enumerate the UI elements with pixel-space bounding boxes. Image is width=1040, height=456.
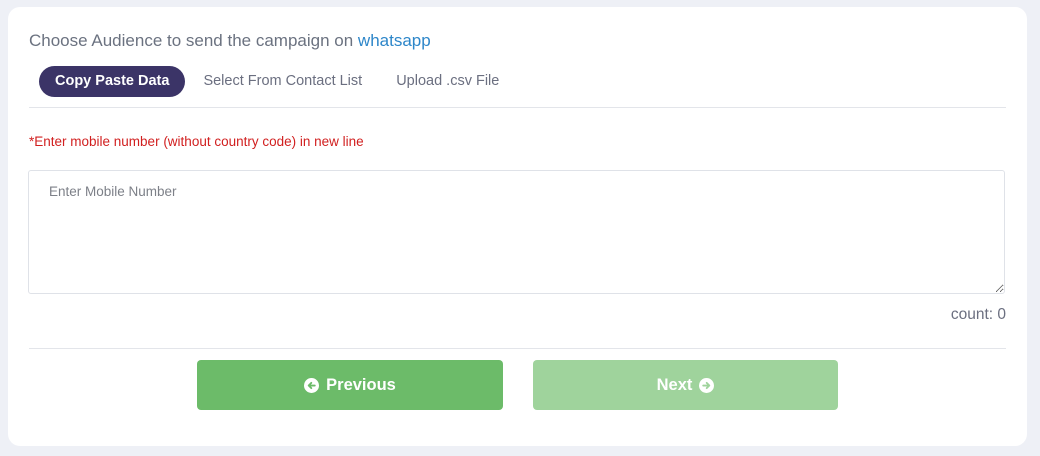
count-value: 0 [997,306,1006,323]
arrow-circle-left-icon [304,377,320,393]
page-title: Choose Audience to send the campaign on … [29,31,431,51]
tab-copy-paste-data[interactable]: Copy Paste Data [39,66,186,97]
tabs-divider [29,107,1006,108]
next-button[interactable]: Next [533,360,838,410]
footer-divider [29,348,1006,349]
previous-button[interactable]: Previous [197,360,503,410]
heading-text: Choose Audience to send the campaign on [29,31,354,50]
number-count: count: 0 [951,306,1006,324]
channel-name: whatsapp [357,31,431,50]
mobile-number-hint: *Enter mobile number (without country co… [29,134,364,149]
audience-tabs: Copy Paste Data Select From Contact List… [39,66,515,97]
previous-label: Previous [326,375,396,394]
arrow-circle-right-icon [699,377,715,393]
audience-card: Choose Audience to send the campaign on … [8,7,1027,446]
tab-select-from-contact-list[interactable]: Select From Contact List [187,66,378,97]
count-label: count: [950,306,994,323]
next-label: Next [656,375,693,394]
mobile-numbers-input[interactable] [28,170,1005,294]
tab-upload-csv-file[interactable]: Upload .csv File [380,66,515,97]
